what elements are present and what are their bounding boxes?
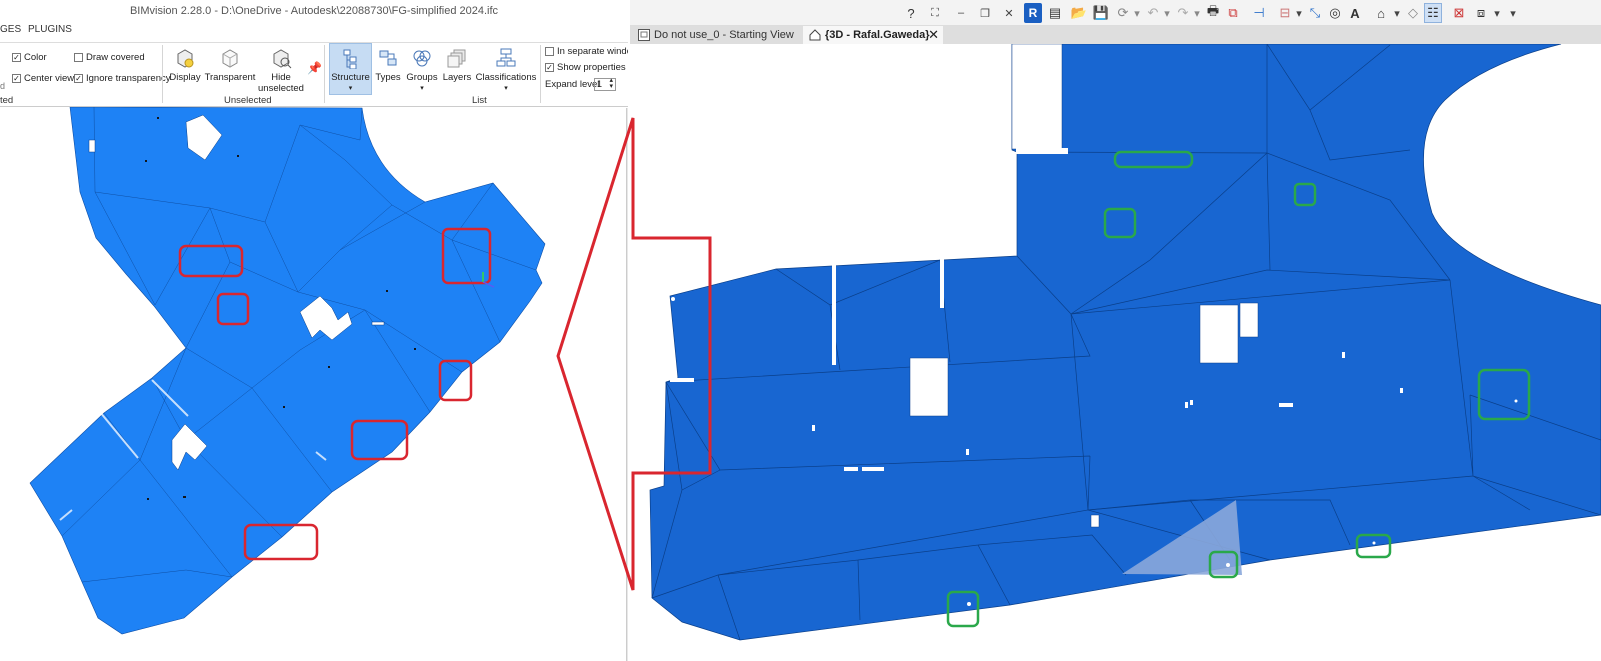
open-icon[interactable]: 📂 [1070, 3, 1088, 23]
transparent-button[interactable]: Transparent [204, 43, 256, 95]
draw-covered-checkbox[interactable]: Draw covered [74, 52, 145, 63]
structure-button[interactable]: Structure ▾ [329, 43, 372, 95]
menu-item-plugins[interactable]: PLUGINS [28, 24, 72, 35]
align-icon[interactable]: ⤡ [1306, 3, 1324, 23]
dropdown-arrow-icon: ▾ [348, 85, 353, 92]
expand-level-value: 1 [597, 79, 603, 89]
tab-close-icon[interactable]: ✕ [928, 26, 939, 44]
button-label: Display [169, 72, 201, 83]
button-label: Transparent [204, 72, 256, 83]
revit-logo-icon[interactable]: R [1024, 3, 1042, 23]
button-label: Structure [331, 72, 370, 83]
ribbon-separator [540, 45, 541, 103]
checkbox-box[interactable]: ✓ [12, 53, 21, 62]
checkbox-box[interactable] [545, 47, 554, 56]
checkbox-label: Center view [24, 73, 75, 84]
tab-starting-view[interactable]: Do not use_0 - Starting View [632, 26, 802, 44]
quick-access-toolbar: ? ⛶ – ❐ ✕ R ▤ 📂 💾 ⟳ ▾ ↶ ▾ ↷ ▾ 🖶 ⧉ ⊣ ⊟ ▾ … [630, 0, 1601, 26]
measure-icon[interactable]: ⊣ [1250, 3, 1268, 23]
checkbox-label: In separate window [557, 46, 628, 57]
dropdown-arrow-icon: ▾ [420, 85, 424, 92]
text-icon[interactable]: A [1346, 3, 1364, 23]
home-window-icon[interactable]: ▤ [1046, 3, 1064, 23]
button-label: Layers [442, 72, 472, 83]
view-tabs: Do not use_0 - Starting View {3D - Rafal… [630, 26, 1601, 44]
model-viewport[interactable] [0, 107, 626, 661]
group-label-unselected: Unselected [224, 95, 272, 106]
hide-unselected-button[interactable]: Hide unselected [258, 43, 304, 95]
checkbox-box[interactable]: ✓ [74, 74, 83, 83]
checkbox-label: Color [24, 52, 47, 63]
button-label: Groups [406, 72, 438, 83]
checkbox-box[interactable] [74, 53, 83, 62]
display-icon [177, 49, 194, 68]
groups-icon [413, 50, 431, 67]
group-label-list: List [472, 95, 487, 106]
dropdown-arrow-icon: ▾ [504, 85, 508, 92]
home-3d-icon [809, 29, 821, 41]
button-label: Classifications [475, 72, 537, 83]
save-icon[interactable]: 💾 [1092, 3, 1110, 23]
checkbox-box[interactable]: ✓ [545, 63, 554, 72]
close-button[interactable]: ✕ [1000, 3, 1018, 23]
transparent-icon [222, 49, 238, 68]
tab-label: {3D - Rafal.Gaweda} [825, 29, 930, 41]
revit-floor-model[interactable] [649, 44, 1601, 641]
color-checkbox[interactable]: ✓ Color [12, 52, 47, 63]
customize-icon[interactable]: ▾ [1504, 3, 1522, 23]
spinner-icon[interactable]: ▴ ▾ [609, 77, 613, 90]
types-icon [379, 50, 397, 66]
print-icon[interactable]: 🖶 [1204, 3, 1222, 23]
minimize-button[interactable]: – [952, 3, 970, 23]
tab-label: Do not use_0 - Starting View [654, 29, 794, 41]
ribbon-separator [324, 45, 325, 103]
expand-level-label: Expand level [545, 79, 600, 90]
checkbox-label: Draw covered [86, 52, 145, 63]
show-properties-checkbox[interactable]: ✓ Show properties [545, 62, 626, 73]
types-button[interactable]: Types [374, 43, 402, 95]
center-view-checkbox[interactable]: ✓ Center view [12, 73, 74, 84]
thin-lines-icon[interactable]: ☷ [1424, 3, 1442, 23]
expand-level-input[interactable]: 1 ▴ ▾ [594, 77, 616, 91]
structure-icon [343, 49, 356, 69]
help-button[interactable]: ? [902, 3, 920, 23]
ignore-transparency-checkbox[interactable]: ✓ Ignore transparency [74, 73, 171, 84]
section-icon[interactable]: ◇ [1404, 3, 1422, 23]
fullscreen-icon[interactable]: ⛶ [926, 3, 944, 23]
button-label: unselected [258, 83, 304, 94]
button-label: Hide [271, 72, 291, 83]
ribbon: d ted ✓ Color Draw covered ✓ Center view… [0, 42, 628, 107]
restore-button[interactable]: ❐ [976, 3, 994, 23]
clipped-group-label: ted [0, 95, 14, 106]
separate-window-checkbox[interactable]: In separate window [545, 46, 628, 57]
button-label: Types [375, 72, 401, 83]
checkbox-label: Ignore transparency [86, 73, 171, 84]
hide-unselected-icon [273, 49, 292, 69]
revit-window: ? ⛶ – ❐ ✕ R ▤ 📂 💾 ⟳ ▾ ↶ ▾ ↷ ▾ 🖶 ⧉ ⊣ ⊟ ▾ … [630, 0, 1601, 661]
export-icon[interactable]: ⧉ [1224, 3, 1242, 23]
classifications-icon [496, 48, 516, 67]
ribbon-separator [162, 45, 163, 103]
classifications-button[interactable]: Classifications ▾ [476, 43, 536, 95]
callout-arrow [556, 117, 712, 591]
bimvision-window: BIMvision 2.28.0 - D:\OneDrive - Autodes… [0, 0, 628, 661]
pin-icon[interactable]: 📌 [307, 61, 322, 75]
tab-3d-view[interactable]: {3D - Rafal.Gaweda} ✕ [803, 26, 943, 44]
checkbox-label: Show properties [557, 62, 626, 73]
floor-plan-model[interactable] [29, 107, 546, 635]
clipped-label: d [0, 81, 6, 91]
window-title: BIMvision 2.28.0 - D:\OneDrive - Autodes… [129, 5, 499, 17]
tag-icon[interactable]: ◎ [1326, 3, 1344, 23]
menu-item-pages[interactable]: GES [0, 24, 21, 35]
close-hidden-icon[interactable]: ⊠ [1450, 3, 1468, 23]
checkbox-box[interactable]: ✓ [12, 74, 21, 83]
groups-button[interactable]: Groups ▾ [405, 43, 439, 95]
layers-button[interactable]: Layers [442, 43, 472, 95]
display-button[interactable]: Display [168, 43, 202, 95]
sheet-icon [638, 29, 650, 41]
layers-icon [447, 49, 466, 68]
revit-3d-viewport[interactable] [630, 44, 1601, 661]
